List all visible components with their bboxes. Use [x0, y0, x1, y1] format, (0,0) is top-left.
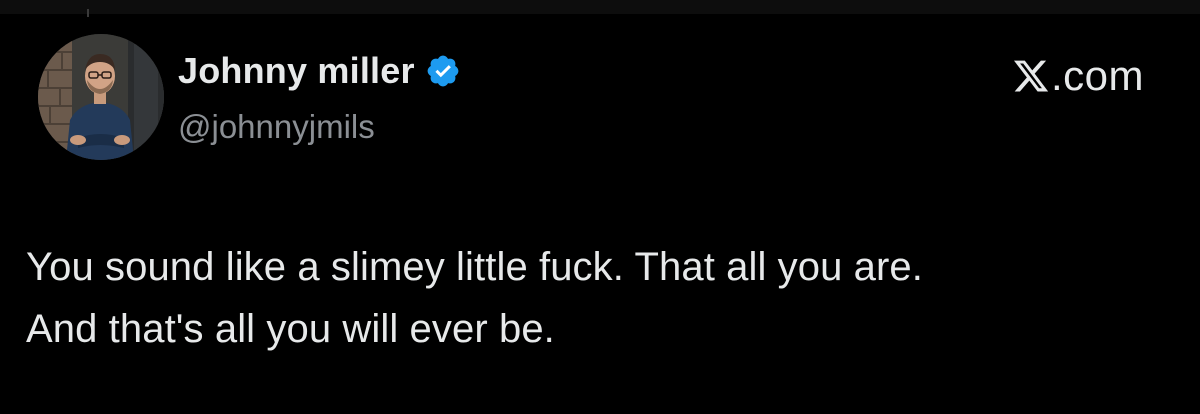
brand-domain-label: .com: [1050, 52, 1144, 99]
top-edge-mark: [87, 9, 89, 17]
author-name-row: Johnny miller: [178, 50, 461, 92]
author-handle[interactable]: @johnnyjmils: [178, 108, 375, 146]
tweet-header: Johnny miller @johnnyjmils .com: [38, 34, 1168, 164]
avatar-photo-icon: [38, 34, 164, 160]
tweet-text-line: You sound like a slimey little fuck. Tha…: [26, 245, 923, 289]
verified-badge-icon: [425, 53, 461, 89]
author-display-name[interactable]: Johnny miller: [178, 50, 415, 92]
avatar[interactable]: [38, 34, 164, 160]
tweet-text-line: And that's all you will ever be.: [26, 307, 555, 351]
brand-watermark: .com: [1012, 52, 1144, 100]
x-logo-icon: [1012, 57, 1050, 95]
top-edge-strip: [0, 0, 1200, 17]
tweet-text: You sound like a slimey little fuck. Tha…: [26, 236, 1176, 360]
